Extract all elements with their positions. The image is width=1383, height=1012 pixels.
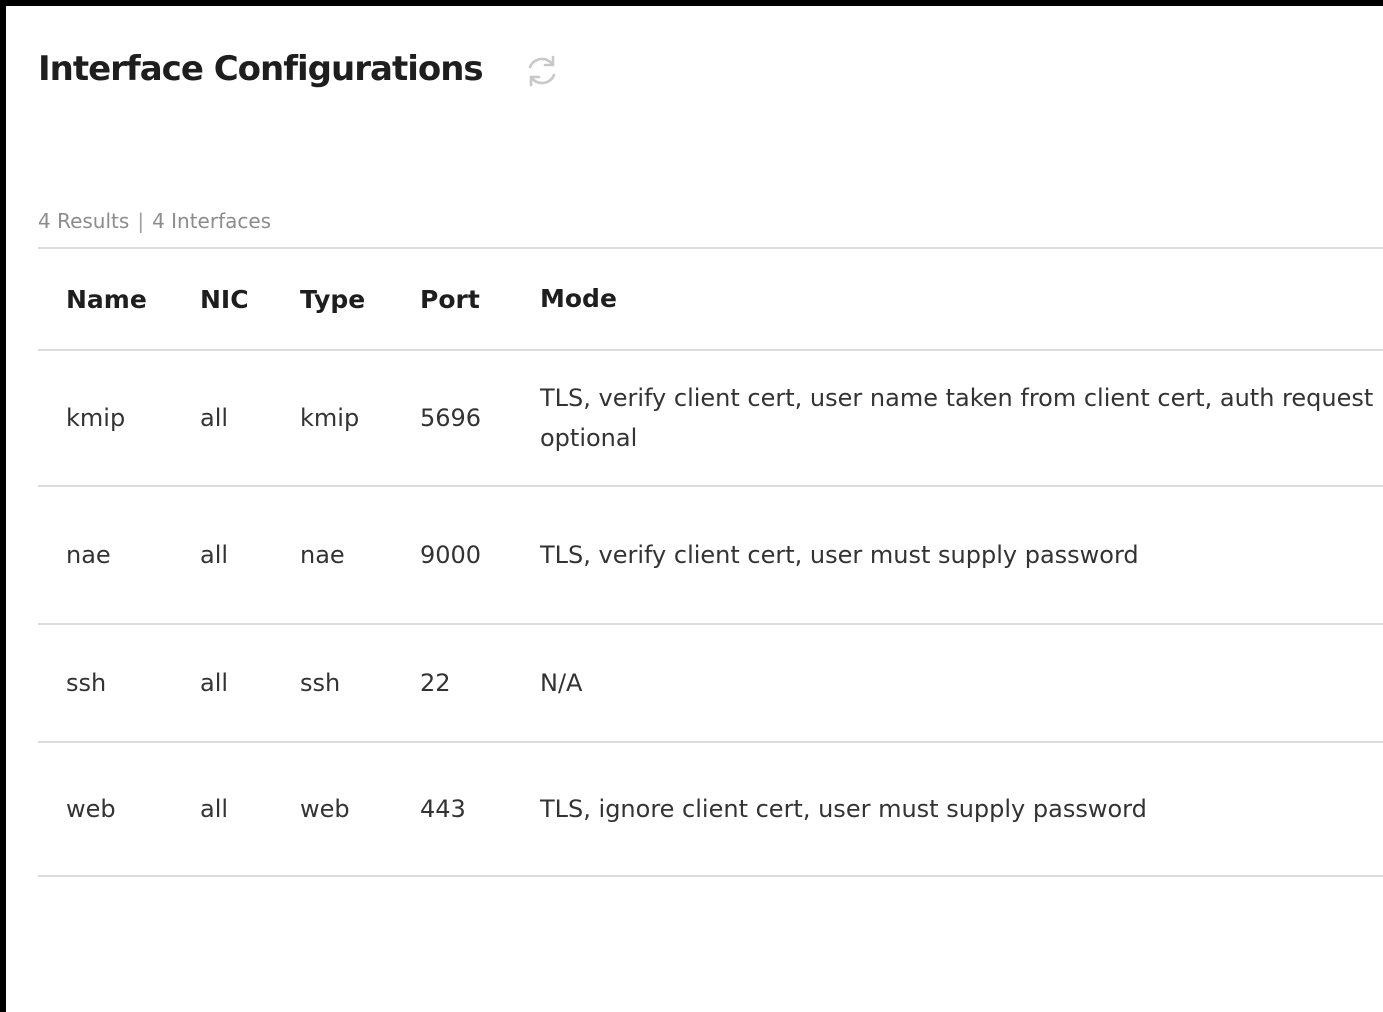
cell-port: 5696 [420,404,482,432]
interfaces-table: Name NIC Type Port Mode kmip all kmip 56… [38,247,1383,877]
page-frame: Interface Configurations 4 Results | 4 Int… [0,0,1383,1012]
column-header-mode[interactable]: Mode [540,279,1383,319]
cell-port: 22 [420,669,451,697]
refresh-icon [528,55,555,87]
column-header-type[interactable]: Type [300,285,420,314]
cell-name: web [66,795,116,823]
cell-mode: N/A [540,669,583,697]
interfaces-count: 4 Interfaces [152,209,272,233]
cell-type: nae [300,541,345,569]
cell-type: ssh [300,669,341,697]
cell-port: 9000 [420,541,482,569]
column-header-name[interactable]: Name [38,285,200,314]
page-header: Interface Configurations [38,46,563,92]
cell-type: kmip [300,404,360,432]
column-header-port[interactable]: Port [420,285,540,314]
results-separator: | [137,209,145,233]
results-summary: 4 Results | 4 Interfaces [38,209,271,233]
page-title: Interface Configurations [38,49,484,89]
column-header-nic[interactable]: NIC [200,285,300,314]
cell-port: 443 [420,795,466,823]
results-count: 4 Results [38,209,130,233]
cell-nic: all [200,795,229,823]
cell-nic: all [200,541,229,569]
table-header: Name NIC Type Port Mode [38,247,1383,349]
cell-name: kmip [66,404,126,432]
cell-name: ssh [66,669,107,697]
table-row[interactable]: nae all nae 9000 TLS, verify client cert… [38,485,1383,623]
table-row[interactable]: web all web 443 TLS, ignore client cert,… [38,741,1383,877]
cell-nic: all [200,404,229,432]
cell-name: nae [66,541,111,569]
cell-mode: TLS, verify client cert, user must suppl… [540,541,1139,569]
cell-type: web [300,795,350,823]
table-row[interactable]: ssh all ssh 22 N/A [38,623,1383,741]
cell-mode: TLS, verify client cert, user name taken… [540,384,1383,452]
cell-mode: TLS, ignore client cert, user must suppl… [540,795,1147,823]
table-row[interactable]: kmip all kmip 5696 TLS, verify client ce… [38,349,1383,485]
cell-nic: all [200,669,229,697]
refresh-button[interactable] [521,50,563,92]
